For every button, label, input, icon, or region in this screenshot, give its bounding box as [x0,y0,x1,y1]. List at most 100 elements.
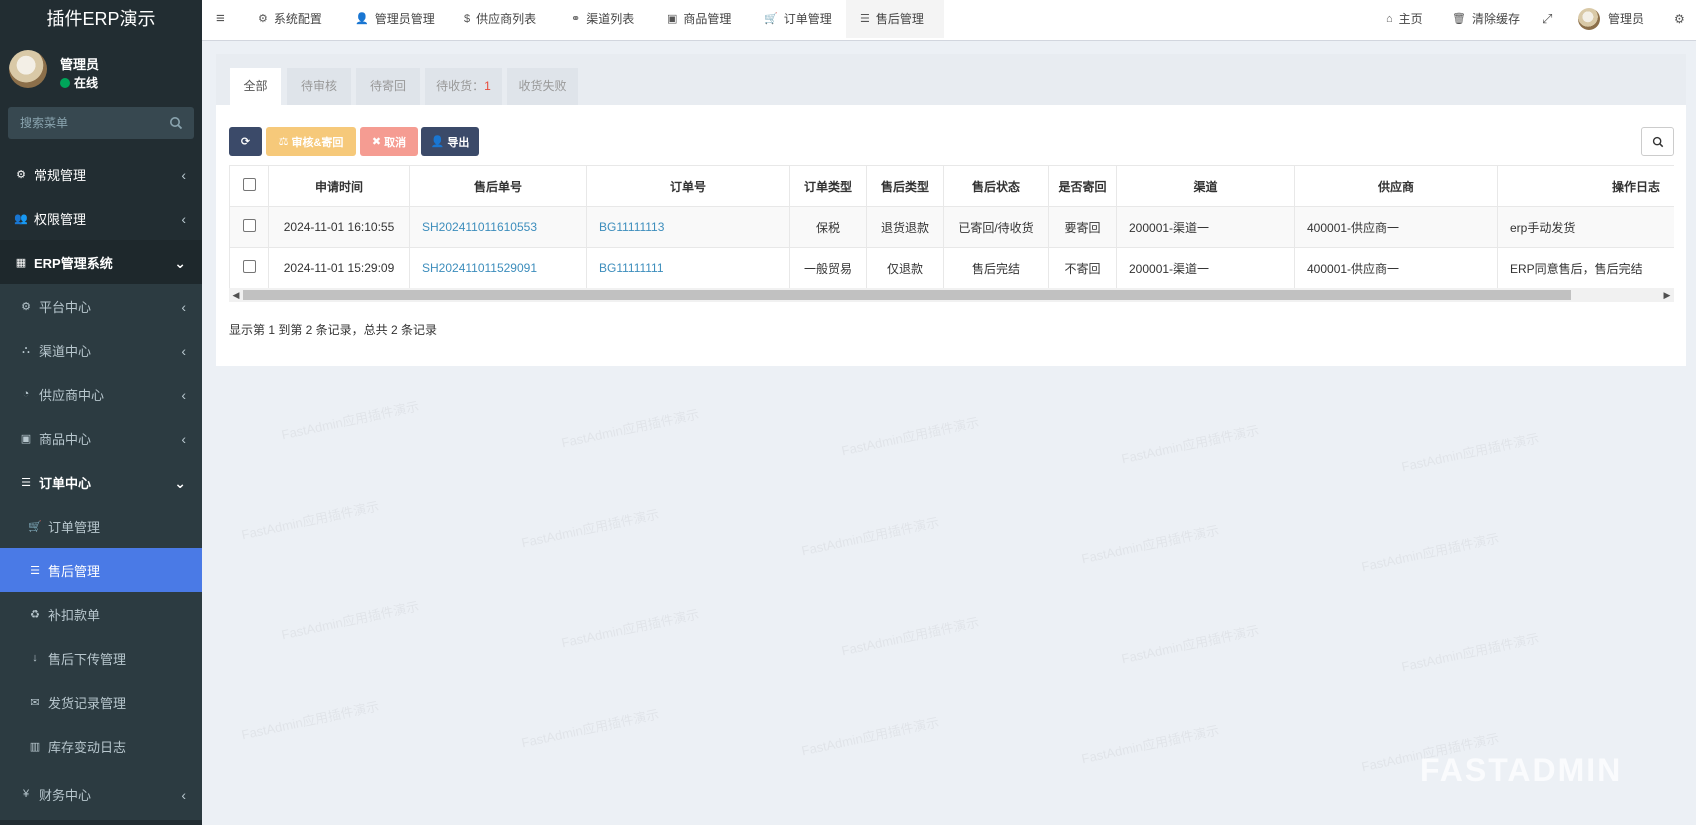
search-icon[interactable] [169,116,183,130]
column-header[interactable]: 售后类型 [866,165,944,207]
operation-log-cell: erp手动发货 [1497,206,1674,248]
bar-chart-icon: ▥ [29,740,41,753]
cancel-button[interactable]: ✖ 取消 [360,127,418,156]
order-no-link[interactable]: BG11111113 [586,206,790,248]
sidebar-item-aftersale[interactable]: ☰ 售后管理 [0,548,202,592]
tab-label: 管理员管理 [374,12,435,26]
watermark-text: FastAdmin应用插件演示 [560,606,701,651]
column-header[interactable]: 操作日志 [1497,165,1674,207]
sidebar-item-general[interactable]: ⚙ 常规管理 ‹ [0,152,202,196]
sidebar-item-stock-log[interactable]: ▥ 库存变动日志 [0,724,202,768]
watermark-text: FastAdmin应用插件演示 [280,598,421,643]
channel-cell: 200001-渠道一 [1116,247,1295,289]
watermark-text: FastAdmin应用插件演示 [520,506,661,551]
tab-label: 待收货： [436,79,485,93]
scroll-left-icon[interactable]: ◀ [229,288,243,302]
sidebar-item-supplier[interactable]: ◔ 供应商中心 ‹ [0,372,202,416]
sidebar-item-aftersale-push[interactable]: ↓ 售后下传管理 [0,636,202,680]
row-select-cell [229,247,269,289]
settings-cogs-icon[interactable]: ⚙ [1674,0,1685,38]
sidebar-item-erp[interactable]: ▦ ERP管理系统 ⌄ [0,240,202,284]
sidebar-item-goods[interactable]: ▣ 商品中心 ‹ [0,416,202,460]
audit-label: 审核&寄回 [291,136,344,149]
column-header[interactable]: 售后状态 [943,165,1049,207]
export-button[interactable]: 👤 导出 [421,127,479,156]
aftersale-no-link[interactable]: SH202411011529091 [409,247,587,289]
aftersale-table-wrap: 申请时间 售后单号 订单号 订单类型 售后类型 售后状态 是否寄回 渠道 供应商… [229,165,1674,301]
tab-admin-manage[interactable]: 👤 管理员管理 [355,0,435,38]
list-icon: ☰ [860,13,870,25]
home-link[interactable]: ⌂ 主页 [1386,0,1423,38]
sidebar-item-label: 补扣款单 [48,607,101,623]
export-label: 导出 [447,136,470,149]
tab-pending-receipt[interactable]: 待收货：1 [425,68,502,105]
select-all-checkbox[interactable] [242,178,256,191]
sidebar-toggle-icon[interactable]: ≡ [216,0,225,38]
tab-order-manage[interactable]: 🛒 订单管理 [764,0,832,38]
scroll-thumb[interactable] [243,290,1571,300]
column-header[interactable]: 订单类型 [789,165,867,207]
column-header[interactable]: 供应商 [1294,165,1498,207]
chevron-left-icon: ‹ [181,787,186,803]
menu-search-input[interactable] [8,107,158,139]
watermark-text: FastAdmin应用插件演示 [1120,622,1261,667]
watermark-text: FastAdmin应用插件演示 [840,414,981,459]
sidebar-item-auth[interactable]: 👥 权限管理 ‹ [0,196,202,240]
sidebar-item-label: 订单管理 [48,519,101,535]
row-checkbox[interactable] [242,260,256,273]
column-header[interactable]: 渠道 [1116,165,1295,207]
tab-goods-manage[interactable]: ▣ 商品管理 [667,0,731,38]
sidebar-item-label: 库存变动日志 [48,739,127,755]
tab-label: 渠道列表 [586,12,635,26]
tab-aftersale-manage[interactable]: ☰ 售后管理 [846,0,944,38]
list-icon: ☰ [21,476,31,489]
trash-icon: 🗑 [1452,13,1466,25]
tab-system-config[interactable]: ⚙ 系统配置 [258,0,322,38]
dollar-icon: $ [464,13,471,25]
watermark-text: FastAdmin应用插件演示 [1360,530,1501,575]
aftersale-panel: 全部 待审核 待寄回 待收货：1 收货失败 ⟳ ⚖ 审核&寄回 ✖ 取消 👤 导出 申… [216,54,1686,366]
scroll-right-icon[interactable]: ▶ [1660,288,1674,302]
tab-supplier-list[interactable]: $ 供应商列表 [464,0,536,38]
link-icon: ⚭ [571,13,581,25]
briefcase-icon: ▣ [20,432,32,445]
user-name: 管理员 [60,57,100,72]
order-no-link[interactable]: BG11111111 [586,247,790,289]
table-row[interactable]: 2024-11-01 15:29:09 SH202411011529091 BG… [229,247,1674,289]
column-header[interactable]: 售后单号 [409,165,587,207]
column-header[interactable]: 申请时间 [268,165,410,207]
order-type-cell: 保税 [789,206,867,248]
admin-menu[interactable]: 管理员 [1578,0,1644,38]
chevron-left-icon: ‹ [181,299,186,315]
clear-cache-button[interactable]: 🗑 清除缓存 [1452,0,1520,38]
column-header[interactable]: 是否寄回 [1048,165,1117,207]
erp-submenu: ⚙ 平台中心 ‹ ⛬ 渠道中心 ‹ ◔ 供应商中心 ‹ ▣ 商品中心 ‹ ☰ 订单中心 ⌄ 🛒 订单管… [0,284,202,820]
sidebar-item-order-center[interactable]: ☰ 订单中心 ⌄ [0,460,202,504]
admin-label: 管理员 [1608,12,1645,26]
aftersale-no-link[interactable]: SH202411011610553 [409,206,587,248]
table-search-button[interactable] [1641,127,1674,156]
sidebar-item-platform[interactable]: ⚙ 平台中心 ‹ [0,284,202,328]
fullscreen-icon[interactable]: ⤢ [1542,0,1552,38]
sidebar-item-shipping-log[interactable]: ✉ 发货记录管理 [0,680,202,724]
sidebar-item-channel[interactable]: ⛬ 渠道中心 ‹ [0,328,202,372]
app-brand[interactable]: 插件ERP演示 [0,0,202,38]
online-dot-icon [60,78,70,88]
sidebar-item-deduction[interactable]: ♻ 补扣款单 [0,592,202,636]
row-checkbox[interactable] [242,219,256,232]
table-row[interactable]: 2024-11-01 16:10:55 SH202411011610553 BG… [229,206,1674,248]
sidebar-item-finance[interactable]: ¥ 财务中心 ‹ [0,768,202,820]
order-type-cell: 一般贸易 [789,247,867,289]
sidebar-item-label: 售后管理 [48,563,101,579]
tab-pending-return[interactable]: 待寄回 [356,68,420,105]
tab-pending-review[interactable]: 待审核 [287,68,351,105]
audit-return-button[interactable]: ⚖ 审核&寄回 [266,127,356,156]
tab-channel-list[interactable]: ⚭ 渠道列表 [571,0,634,38]
tab-all[interactable]: 全部 [230,68,281,105]
column-header[interactable]: 订单号 [586,165,790,207]
sidebar-item-order-manage[interactable]: 🛒 订单管理 [0,504,202,548]
tab-receipt-failed[interactable]: 收货失败 [507,68,578,105]
refresh-button[interactable]: ⟳ [229,127,262,156]
pending-receipt-count: 1 [484,79,491,93]
horizontal-scrollbar[interactable]: ◀ ▶ [229,288,1674,302]
